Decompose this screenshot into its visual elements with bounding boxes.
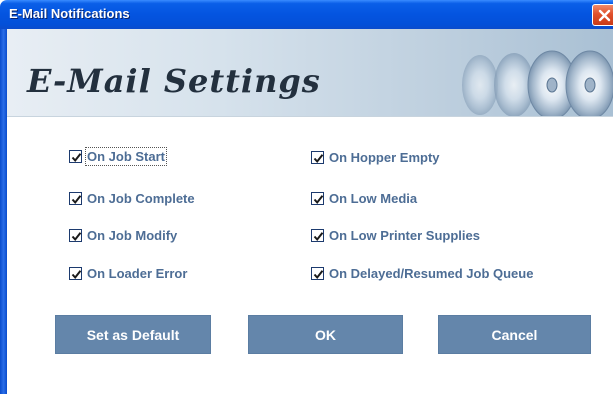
checkmark-icon [71,194,82,204]
window-border [0,29,7,394]
option-on-hopper-empty[interactable]: On Hopper Empty [311,148,440,166]
banner-title: E-Mail Settings [27,62,321,100]
checkmark-icon [313,231,324,241]
label-on-hopper-empty: On Hopper Empty [329,149,440,165]
set-as-default-button[interactable]: Set as Default [55,315,211,354]
checkbox-on-job-start[interactable] [69,149,82,163]
label-on-job-start: On Job Start [84,146,168,166]
cd-discs-icon [462,50,613,116]
dialog-content: E-Mail Settings On Job Start On Job Comp… [7,29,613,394]
label-on-low-media: On Low Media [329,190,418,206]
checkbox-on-low-media[interactable] [311,191,324,205]
label-on-low-printer-supplies: On Low Printer Supplies [329,227,480,243]
checkbox-on-delayed-resumed-job-queue[interactable] [311,266,324,280]
option-on-job-modify[interactable]: On Job Modify [69,226,177,244]
checkbox-on-hopper-empty[interactable] [311,150,324,164]
label-on-loader-error: On Loader Error [87,265,188,281]
close-icon [598,9,611,22]
checkmark-icon [71,231,82,241]
label-on-delayed-resumed-job-queue: On Delayed/Resumed Job Queue [329,265,534,281]
checkbox-on-loader-error[interactable] [69,266,82,280]
ok-button[interactable]: OK [248,315,403,354]
checkmark-icon [313,194,324,204]
checkmark-icon [313,269,324,279]
checkmark-icon [313,153,324,163]
banner: E-Mail Settings [7,29,613,117]
window-title: E-Mail Notifications [9,6,130,21]
checkbox-on-job-complete[interactable] [69,191,82,205]
option-on-low-media[interactable]: On Low Media [311,189,417,207]
option-on-job-complete[interactable]: On Job Complete [69,189,195,207]
option-on-low-printer-supplies[interactable]: On Low Printer Supplies [311,226,480,244]
checkbox-on-low-printer-supplies[interactable] [311,228,324,242]
checkmark-icon [71,269,82,279]
title-bar[interactable]: E-Mail Notifications [0,0,613,29]
cancel-button[interactable]: Cancel [438,315,591,354]
label-on-job-modify: On Job Modify [87,227,178,243]
option-on-job-start[interactable]: On Job Start [69,146,168,166]
option-on-delayed-resumed-job-queue[interactable]: On Delayed/Resumed Job Queue [311,264,533,282]
option-on-loader-error[interactable]: On Loader Error [69,264,187,282]
close-button[interactable] [592,4,613,26]
checkmark-icon [71,152,82,162]
label-on-job-complete: On Job Complete [87,190,195,206]
checkbox-on-job-modify[interactable] [69,228,82,242]
email-notifications-window: E-Mail Notifications E-Mail Settings On … [0,0,613,394]
